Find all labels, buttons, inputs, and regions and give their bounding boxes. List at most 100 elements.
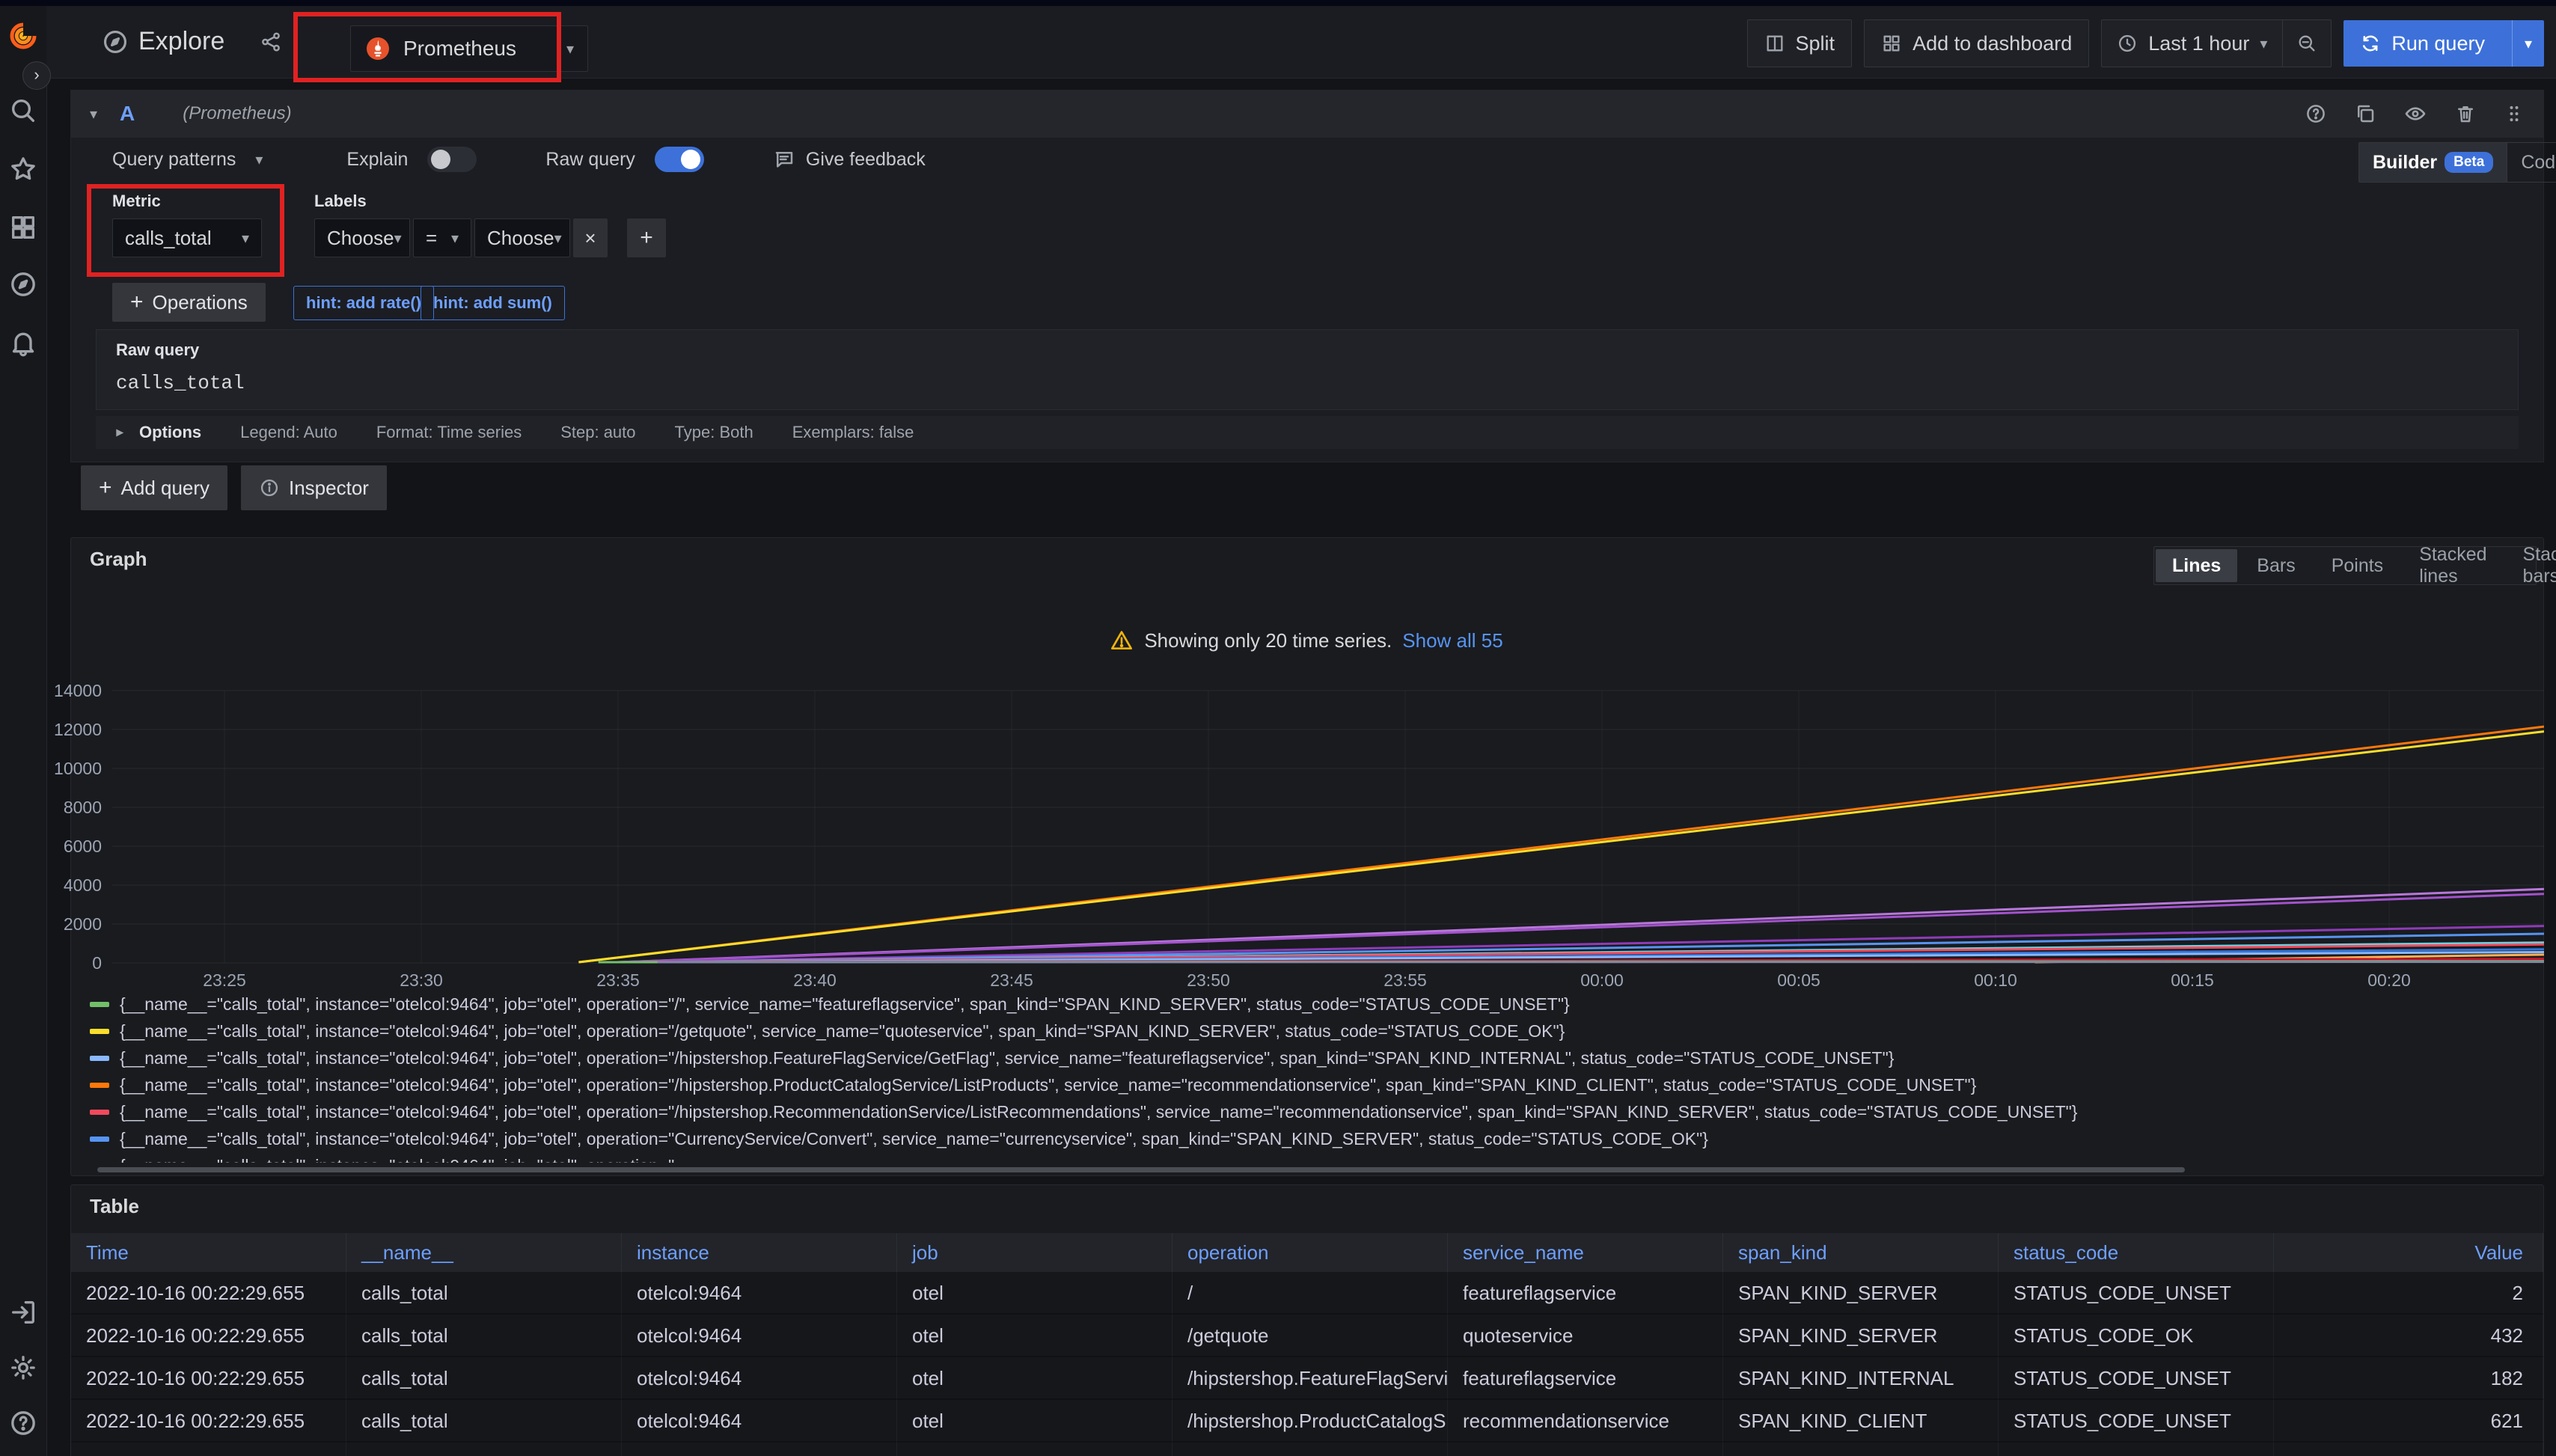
table-cell: SPAN_KIND_SERVER bbox=[1723, 1443, 1999, 1456]
hint-add-rate-button[interactable]: hint: add rate() bbox=[293, 286, 434, 320]
table-column-header[interactable]: __name__ bbox=[346, 1233, 622, 1272]
mode-points-button[interactable]: Points bbox=[2315, 549, 2400, 582]
table-cell: quoteservice bbox=[1448, 1315, 1723, 1357]
query-help-icon[interactable] bbox=[2305, 103, 2327, 125]
inspector-button[interactable]: Inspector bbox=[241, 465, 387, 510]
grafana-logo-icon[interactable] bbox=[8, 21, 38, 51]
time-series-chart[interactable] bbox=[112, 683, 2544, 971]
legend-item-partial[interactable]: {__name__="calls_total", instance="otelc… bbox=[90, 1152, 2540, 1163]
explain-toggle[interactable] bbox=[427, 147, 477, 172]
mode-bars-button[interactable]: Bars bbox=[2240, 549, 2311, 582]
query-options-row[interactable]: ▾ Options Legend: Auto Format: Time seri… bbox=[96, 416, 2519, 449]
warning-text: Showing only 20 time series. bbox=[1144, 629, 1392, 652]
table-body: 2022-10-16 00:22:29.655 calls_totalotelco… bbox=[71, 1272, 2543, 1456]
table-column-header[interactable]: status_code bbox=[1999, 1233, 2274, 1272]
query-row-actions bbox=[2305, 102, 2525, 126]
time-range-button[interactable]: Last 1 hour ▾ bbox=[2102, 20, 2282, 67]
query-toolbar: Query patterns ▾ Explain Raw query Give … bbox=[112, 147, 926, 172]
legend-item[interactable]: {__name__="calls_total", instance="otelc… bbox=[90, 1071, 2540, 1098]
legend-series-marker bbox=[90, 1029, 109, 1034]
add-label-filter-button[interactable]: + bbox=[627, 218, 666, 257]
duplicate-query-icon[interactable] bbox=[2354, 103, 2376, 125]
table-row[interactable]: 2022-10-16 00:22:29.655calls_totalotelco… bbox=[71, 1272, 2543, 1315]
label-value-select[interactable]: Choose ▾ bbox=[474, 218, 570, 257]
prometheus-icon bbox=[364, 35, 391, 62]
table-column-header[interactable]: Value bbox=[2274, 1233, 2543, 1272]
label-key-select[interactable]: Choose ▾ bbox=[314, 218, 410, 257]
table-cell: calls_total bbox=[346, 1357, 622, 1400]
table-cell: otel bbox=[897, 1272, 1172, 1315]
label-operator-select[interactable]: = ▾ bbox=[413, 218, 471, 257]
apps-icon bbox=[1881, 33, 1902, 54]
x-axis-tick: 00:10 bbox=[1954, 970, 2037, 991]
search-icon[interactable] bbox=[8, 96, 38, 126]
table-column-header[interactable]: service_name bbox=[1448, 1233, 1723, 1272]
table-row[interactable]: 2022-10-16 00:22:29.655calls_totalotelco… bbox=[71, 1357, 2543, 1400]
split-button[interactable]: Split bbox=[1747, 19, 1853, 67]
builder-mode-button[interactable]: Builder Beta bbox=[2359, 143, 2507, 182]
settings-gear-icon[interactable] bbox=[8, 1353, 38, 1383]
mode-lines-button[interactable]: Lines bbox=[2156, 549, 2237, 582]
dashboards-icon[interactable] bbox=[8, 212, 38, 242]
table-row[interactable]: 2022-10-16 00:22:29.655calls_totalotelco… bbox=[71, 1400, 2543, 1443]
plus-icon: + bbox=[130, 290, 144, 315]
mode-stacked-lines-button[interactable]: Stacked lines bbox=[2403, 549, 2503, 582]
operations-button[interactable]: + Operations bbox=[112, 283, 266, 322]
legend-scrollbar[interactable] bbox=[97, 1167, 2185, 1172]
legend-item[interactable]: {__name__="calls_total", instance="otelc… bbox=[90, 1125, 2540, 1152]
datasource-picker[interactable]: Prometheus ▾ bbox=[350, 25, 588, 72]
code-mode-button[interactable]: Code bbox=[2507, 143, 2556, 182]
operations-label: Operations bbox=[153, 291, 248, 314]
give-feedback-link[interactable]: Give feedback bbox=[806, 149, 926, 171]
collapse-chevron-icon[interactable]: ▾ bbox=[90, 105, 97, 123]
metric-select[interactable]: calls_total ▾ bbox=[112, 218, 262, 257]
zoom-out-button[interactable] bbox=[2282, 20, 2331, 67]
add-to-dashboard-button[interactable]: Add to dashboard bbox=[1864, 19, 2089, 67]
raw-query-toggle[interactable] bbox=[655, 147, 704, 172]
remove-label-filter-button[interactable]: × bbox=[573, 218, 608, 257]
legend-series-label: {__name__="calls_total", instance="otelc… bbox=[120, 1048, 1894, 1068]
add-query-button[interactable]: + Add query bbox=[81, 465, 227, 510]
help-icon[interactable] bbox=[8, 1408, 38, 1438]
table-cell: SPAN_KIND_INTERNAL bbox=[1723, 1357, 1999, 1400]
explain-label: Explain bbox=[346, 149, 408, 171]
legend-item[interactable]: {__name__="calls_total", instance="otelc… bbox=[90, 1098, 2540, 1125]
x-axis-tick: 23:55 bbox=[1364, 970, 1446, 991]
drag-handle-icon[interactable] bbox=[2504, 103, 2525, 124]
table-column-header[interactable]: job bbox=[897, 1233, 1172, 1272]
x-axis-tick: 00:20 bbox=[2348, 970, 2430, 991]
table-cell: SPAN_KIND_SERVER bbox=[1723, 1315, 1999, 1357]
metric-value: calls_total bbox=[125, 227, 212, 250]
alerting-bell-icon[interactable] bbox=[8, 328, 38, 358]
legend-item[interactable]: {__name__="calls_total", instance="otelc… bbox=[90, 991, 2540, 1018]
x-axis-tick: 23:40 bbox=[774, 970, 856, 991]
table-column-header[interactable]: operation bbox=[1172, 1233, 1448, 1272]
show-all-series-link[interactable]: Show all 55 bbox=[1402, 629, 1502, 652]
hint-add-sum-button[interactable]: hint: add sum() bbox=[421, 286, 565, 320]
run-query-dropdown[interactable]: ▾ bbox=[2512, 20, 2544, 67]
legend-item[interactable]: {__name__="calls_total", instance="otelc… bbox=[90, 1044, 2540, 1071]
sidebar-expand-button[interactable]: › bbox=[22, 61, 51, 90]
share-icon[interactable] bbox=[260, 31, 282, 53]
table-cell: otelcol:9464 bbox=[622, 1315, 897, 1357]
star-icon[interactable] bbox=[8, 154, 38, 184]
x-axis-tick: 23:35 bbox=[577, 970, 659, 991]
code-label: Code bbox=[2521, 152, 2556, 174]
table-column-header[interactable]: span_kind bbox=[1723, 1233, 1999, 1272]
disable-query-eye-icon[interactable] bbox=[2403, 102, 2427, 126]
query-row-header[interactable]: ▾ A (Prometheus) bbox=[70, 90, 2544, 138]
mode-stacked-bars-button[interactable]: Stacked bars bbox=[2507, 549, 2556, 582]
table-column-header[interactable]: instance bbox=[622, 1233, 897, 1272]
option-type: Type: Both bbox=[675, 423, 753, 442]
legend-item[interactable]: {__name__="calls_total", instance="otelc… bbox=[90, 1018, 2540, 1044]
table-row[interactable]: 2022-10-16 00:22:29.655calls_totalotelco… bbox=[71, 1443, 2543, 1456]
sign-in-icon[interactable] bbox=[8, 1297, 38, 1327]
delete-query-trash-icon[interactable] bbox=[2454, 103, 2477, 125]
table-cell: 2022-10-16 00:22:29.655 bbox=[71, 1443, 346, 1456]
explore-compass-icon[interactable] bbox=[8, 269, 38, 299]
option-format: Format: Time series bbox=[376, 423, 522, 442]
table-row[interactable]: 2022-10-16 00:22:29.655calls_totalotelco… bbox=[71, 1315, 2543, 1357]
query-patterns-dropdown[interactable]: Query patterns bbox=[112, 149, 236, 171]
table-column-header[interactable]: Time bbox=[71, 1233, 346, 1272]
run-query-button[interactable]: Run query bbox=[2343, 20, 2501, 67]
